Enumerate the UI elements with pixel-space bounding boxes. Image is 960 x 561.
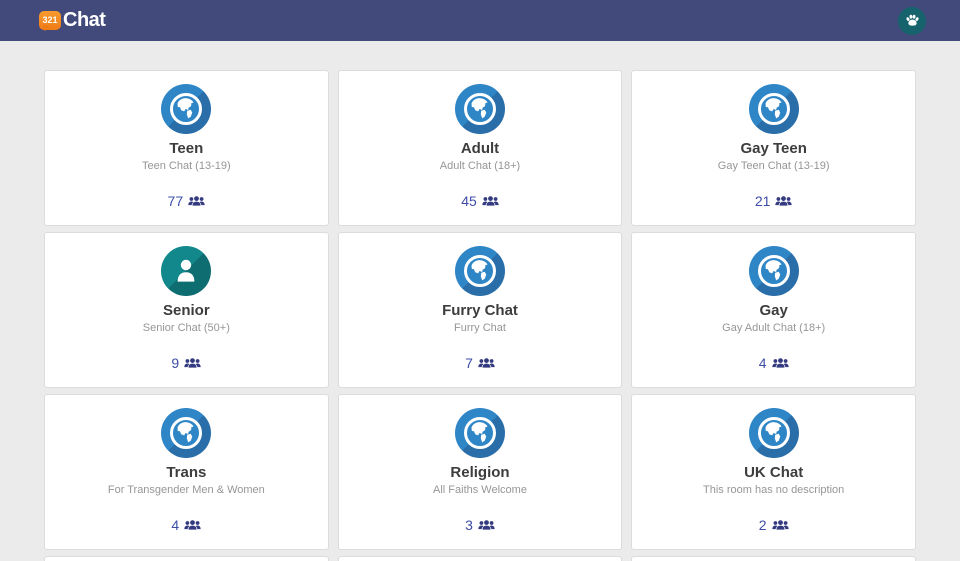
room-description: This room has no description [703,484,844,496]
globe-icon [161,84,211,134]
room-card[interactable]: Trans For Transgender Men & Women 4 [44,394,329,550]
room-card-partial[interactable] [44,556,329,561]
room-description: Gay Adult Chat (18+) [722,322,825,334]
users-icon [772,357,789,370]
globe-icon [455,84,505,134]
globe-icon [161,408,211,458]
room-user-count[interactable]: 21 [755,193,793,209]
users-icon [772,519,789,532]
room-user-count-number: 45 [461,193,477,209]
person-icon [161,246,211,296]
room-grid: Teen Teen Chat (13-19) 77 Adult Adult Ch [44,41,916,561]
app-header: 321 Chat [0,0,960,41]
room-title: Gay Teen [740,140,806,157]
room-description: Adult Chat (18+) [440,160,520,172]
room-description: Furry Chat [454,322,506,334]
globe-icon [749,246,799,296]
room-user-count[interactable]: 4 [171,517,201,533]
paw-button[interactable] [898,7,926,35]
room-card-partial[interactable] [631,556,916,561]
room-title: Senior [163,302,210,319]
users-icon [188,195,205,208]
room-description: Teen Chat (13-19) [142,160,231,172]
room-description: For Transgender Men & Women [108,484,265,496]
globe-icon [749,408,799,458]
room-card[interactable]: Senior Senior Chat (50+) 9 [44,232,329,388]
users-icon [184,519,201,532]
users-icon [478,357,495,370]
room-card[interactable]: Teen Teen Chat (13-19) 77 [44,70,329,226]
users-icon [775,195,792,208]
room-user-count[interactable]: 2 [759,517,789,533]
room-user-count[interactable]: 45 [461,193,499,209]
room-user-count[interactable]: 4 [759,355,789,371]
room-card[interactable]: Adult Adult Chat (18+) 45 [338,70,623,226]
room-title: Trans [166,464,206,481]
room-user-count-number: 3 [465,517,473,533]
paw-icon [904,12,921,29]
room-card[interactable]: UK Chat This room has no description 2 [631,394,916,550]
room-user-count-number: 9 [171,355,179,371]
room-user-count-number: 77 [168,193,184,209]
logo-text: Chat [63,9,105,32]
room-card[interactable]: Furry Chat Furry Chat 7 [338,232,623,388]
room-card-partial[interactable] [338,556,623,561]
room-description: Gay Teen Chat (13-19) [718,160,830,172]
room-title: Furry Chat [442,302,518,319]
room-user-count[interactable]: 77 [168,193,206,209]
room-title: Gay [759,302,787,319]
room-user-count-number: 4 [171,517,179,533]
room-description: Senior Chat (50+) [143,322,230,334]
room-title: Teen [169,140,203,157]
room-title: UK Chat [744,464,803,481]
room-user-count[interactable]: 7 [465,355,495,371]
room-card[interactable]: Religion All Faiths Welcome 3 [338,394,623,550]
room-user-count-number: 7 [465,355,473,371]
room-user-count[interactable]: 3 [465,517,495,533]
room-user-count[interactable]: 9 [171,355,201,371]
room-title: Religion [450,464,509,481]
app-logo[interactable]: 321 Chat [39,9,105,32]
globe-icon [749,84,799,134]
logo-badge-321: 321 [39,11,61,30]
room-user-count-number: 21 [755,193,771,209]
users-icon [184,357,201,370]
globe-icon [455,408,505,458]
room-description: All Faiths Welcome [433,484,527,496]
users-icon [482,195,499,208]
room-card[interactable]: Gay Teen Gay Teen Chat (13-19) 21 [631,70,916,226]
users-icon [478,519,495,532]
room-user-count-number: 2 [759,517,767,533]
room-card[interactable]: Gay Gay Adult Chat (18+) 4 [631,232,916,388]
room-title: Adult [461,140,499,157]
room-user-count-number: 4 [759,355,767,371]
globe-icon [455,246,505,296]
